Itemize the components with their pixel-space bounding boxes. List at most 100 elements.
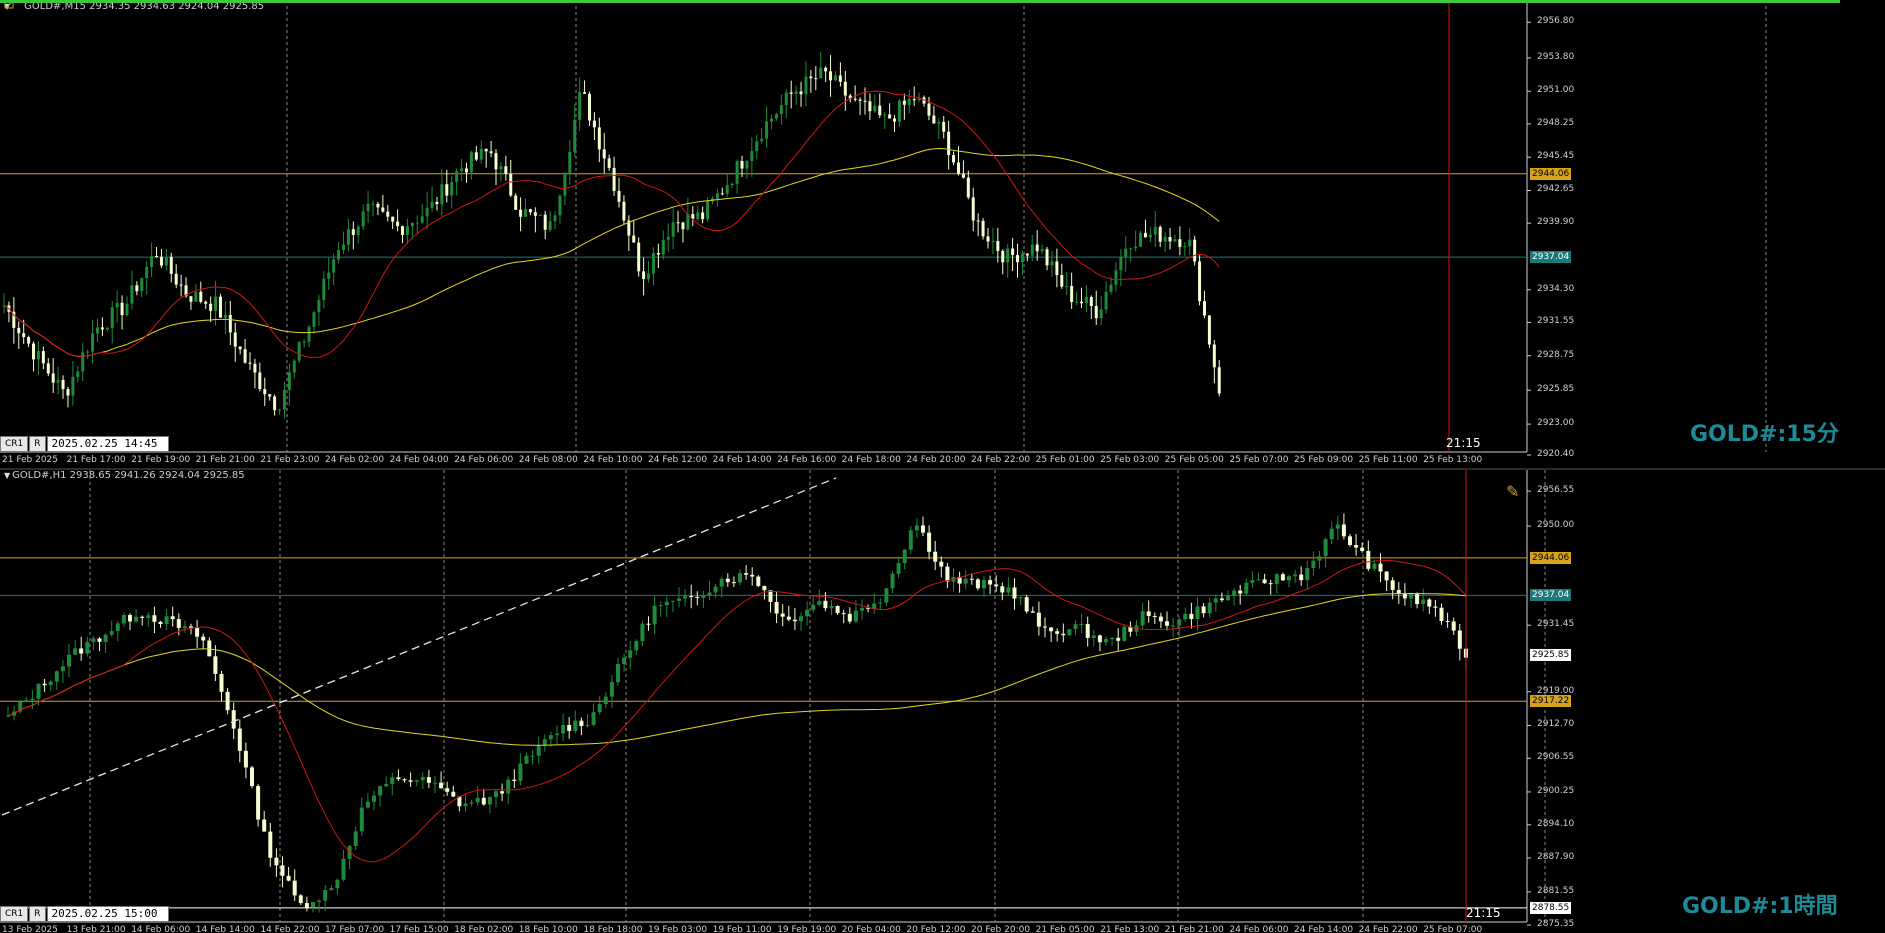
candle-body: [585, 724, 590, 727]
candle-body: [671, 222, 675, 237]
x-axis-tick-label: 25 Feb 13:00: [1423, 455, 1483, 465]
candle-body: [1213, 598, 1218, 603]
candle-body: [760, 138, 764, 142]
candle-body: [799, 91, 803, 95]
candle-body: [1119, 256, 1123, 271]
y-axis-tick-label: 2928.75: [1537, 349, 1575, 360]
candle-body: [71, 376, 75, 396]
candle-body: [274, 857, 279, 866]
candle-body: [969, 578, 974, 580]
x-axis-tick-label: 25 Feb 11:00: [1358, 455, 1418, 465]
candle-body: [182, 626, 187, 628]
candle-body: [975, 579, 980, 589]
candle-body: [425, 207, 429, 217]
candle-body: [1000, 586, 1005, 593]
candle-body: [952, 155, 956, 163]
m15-chart-canvas[interactable]: [0, 0, 1885, 470]
candle-body: [1116, 637, 1121, 641]
candle-body: [346, 229, 350, 245]
crosshair-time-box-h1: CR1 R 2025.02.25 15:00: [0, 906, 169, 922]
candle-body: [214, 296, 218, 311]
y-axis-tick-label: 2950.00: [1537, 520, 1575, 531]
candle-body: [921, 525, 925, 533]
candle-body: [1060, 275, 1064, 287]
now-time-label-h1: 21:15: [1466, 906, 1501, 920]
candle-body: [455, 171, 459, 183]
candle-body: [756, 576, 761, 586]
candle-body: [1153, 226, 1157, 235]
candle-body: [823, 600, 828, 609]
candle-body: [256, 786, 261, 820]
candle-body: [939, 561, 944, 567]
candle-body: [971, 197, 975, 221]
candle-body: [304, 903, 309, 908]
x-axis-tick-label: 24 Feb 16:00: [777, 455, 837, 465]
price-level-badge: 2944.06: [1530, 551, 1572, 564]
candle-body: [504, 166, 508, 174]
y-axis-tick-label: 2956.80: [1537, 16, 1575, 27]
candle-body: [420, 777, 425, 781]
candle-body: [233, 332, 237, 347]
candle-body: [219, 673, 224, 692]
candle-body: [1360, 547, 1365, 551]
candle-body: [282, 390, 286, 410]
h1-chart-canvas[interactable]: [0, 470, 1885, 933]
candle-body: [109, 631, 114, 635]
candle-body: [768, 590, 773, 602]
candle-body: [1445, 620, 1450, 622]
candle-body: [779, 105, 783, 115]
candle-body: [642, 271, 646, 280]
x-axis-tick-label: 21 Feb 19:00: [131, 455, 191, 465]
candle-body: [603, 696, 608, 705]
chart-pane-m15[interactable]: ▼GOLD#,M15 2934.35 2934.63 2924.04 2925.…: [0, 0, 1885, 470]
candle-body: [561, 724, 566, 734]
candle-body: [1110, 637, 1115, 640]
candle-body: [1165, 621, 1169, 626]
candle-body: [799, 616, 803, 622]
collapse-arrow-icon[interactable]: ▼: [4, 471, 10, 480]
candle-body: [218, 296, 222, 318]
y-axis-tick-label: 2948.25: [1537, 117, 1575, 128]
candle-body: [1168, 236, 1172, 242]
candle-body: [1070, 286, 1074, 302]
candle-body: [1188, 239, 1192, 247]
x-axis-tick-label: 24 Feb 20:00: [906, 455, 966, 465]
candle-body: [696, 212, 700, 219]
candle-body: [730, 183, 734, 186]
x-axis-tick-label: 24 Feb 04:00: [389, 455, 449, 465]
candle-body: [579, 720, 584, 727]
candle-body: [209, 303, 213, 311]
candle-body: [353, 831, 358, 847]
candle-body: [41, 351, 45, 364]
candle-body: [204, 301, 208, 304]
candle-body: [932, 115, 936, 124]
candle-body: [592, 120, 596, 128]
candle-body: [945, 566, 950, 582]
candle-body: [297, 342, 301, 361]
candle-body: [1091, 635, 1096, 638]
pencil-icon[interactable]: ✎: [1506, 482, 1519, 501]
candle-body: [159, 256, 163, 266]
candle-body: [1011, 248, 1015, 256]
candle-body: [27, 337, 31, 344]
candle-body: [1049, 627, 1054, 632]
candle-body: [607, 158, 611, 168]
x-axis-tick-label: 21 Feb 13:00: [1100, 925, 1160, 933]
candle-body: [809, 76, 813, 79]
chart-pane-h1[interactable]: ▼ GOLD#,H1 2938.65 2941.26 2924.04 2925.8…: [0, 470, 1885, 933]
candle-body: [1250, 580, 1255, 583]
candle-body: [745, 161, 749, 169]
r-label: R: [29, 906, 46, 922]
candle-body: [1104, 291, 1108, 310]
candle-body: [391, 216, 395, 222]
candle-body: [103, 634, 108, 642]
candle-body: [1089, 297, 1093, 307]
candle-body: [195, 627, 200, 637]
candle-body: [942, 121, 946, 132]
candle-body: [1232, 590, 1237, 596]
candle-body: [1114, 270, 1118, 285]
price-level-badge: 2944.06: [1530, 167, 1572, 180]
candle-body: [120, 302, 124, 316]
candle-body: [888, 114, 892, 119]
candle-body: [1018, 597, 1023, 599]
